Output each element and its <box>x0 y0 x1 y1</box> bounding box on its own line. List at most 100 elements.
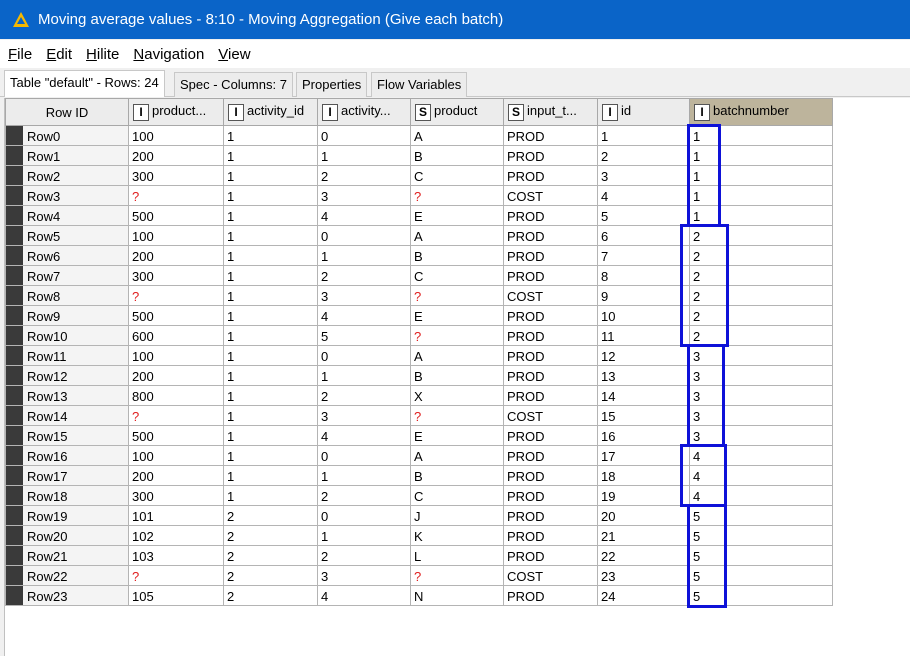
table-cell[interactable]: 1 <box>223 445 318 466</box>
table-cell[interactable]: 300 <box>128 165 224 186</box>
table-cell[interactable]: 105 <box>128 585 224 606</box>
table-cell[interactable]: 5 <box>689 545 833 566</box>
table-cell[interactable]: 1 <box>223 345 318 366</box>
table-cell[interactable]: PROD <box>503 225 598 246</box>
table-cell[interactable]: COST <box>503 285 598 306</box>
table-cell[interactable]: ? <box>410 185 504 206</box>
table-cell[interactable]: 22 <box>597 545 690 566</box>
table-cell[interactable]: 1 <box>317 525 411 546</box>
table-cell[interactable]: 2 <box>689 325 833 346</box>
table-cell[interactable]: 17 <box>597 445 690 466</box>
table-cell[interactable]: K <box>410 525 504 546</box>
table-cell[interactable]: 100 <box>128 125 224 146</box>
table-cell[interactable]: 4 <box>317 205 411 226</box>
table-cell[interactable]: 100 <box>128 225 224 246</box>
table-cell[interactable]: 3 <box>689 345 833 366</box>
table-cell[interactable]: PROD <box>503 305 598 326</box>
table-cell[interactable]: 0 <box>317 225 411 246</box>
row-id-cell[interactable]: Row22 <box>5 565 129 586</box>
table-cell[interactable]: 16 <box>597 425 690 446</box>
table-cell[interactable]: 1 <box>689 205 833 226</box>
table-cell[interactable]: 2 <box>317 485 411 506</box>
table-cell[interactable]: 5 <box>689 585 833 606</box>
table-cell[interactable]: 3 <box>689 385 833 406</box>
table-cell[interactable]: B <box>410 365 504 386</box>
table-cell[interactable]: 3 <box>597 165 690 186</box>
table-cell[interactable]: ? <box>128 405 224 426</box>
menu-navigation[interactable]: Navigation <box>133 46 204 63</box>
table-cell[interactable]: 9 <box>597 285 690 306</box>
table-cell[interactable]: 13 <box>597 365 690 386</box>
table-cell[interactable]: 5 <box>317 325 411 346</box>
table-cell[interactable]: X <box>410 385 504 406</box>
table-cell[interactable]: N <box>410 585 504 606</box>
row-id-cell[interactable]: Row13 <box>5 385 129 406</box>
table-cell[interactable]: 1 <box>223 385 318 406</box>
table-row[interactable]: Row0 100 1 0 A PROD 1 1 <box>5 125 833 146</box>
table-cell[interactable]: 19 <box>597 485 690 506</box>
row-id-cell[interactable]: Row0 <box>5 125 129 146</box>
table-cell[interactable]: 2 <box>689 265 833 286</box>
table-cell[interactable]: 20 <box>597 505 690 526</box>
table-cell[interactable]: PROD <box>503 125 598 146</box>
row-id-cell[interactable]: Row14 <box>5 405 129 426</box>
table-cell[interactable]: PROD <box>503 585 598 606</box>
table-row[interactable]: Row22? 2 3? COST 23 5 <box>5 565 833 586</box>
table-cell[interactable]: C <box>410 165 504 186</box>
table-cell[interactable]: 6 <box>597 225 690 246</box>
table-row[interactable]: Row6 200 1 1 B PROD 7 2 <box>5 245 833 266</box>
table-row[interactable]: Row9 500 1 4 E PROD 10 2 <box>5 305 833 326</box>
table-cell[interactable]: PROD <box>503 385 598 406</box>
table-row[interactable]: Row21 103 2 2 L PROD 22 5 <box>5 545 833 566</box>
table-cell[interactable]: 4 <box>689 465 833 486</box>
table-cell[interactable]: 1 <box>223 465 318 486</box>
table-row[interactable]: Row5 100 1 0 A PROD 6 2 <box>5 225 833 246</box>
table-cell[interactable]: COST <box>503 185 598 206</box>
row-id-cell[interactable]: Row23 <box>5 585 129 606</box>
table-cell[interactable]: 300 <box>128 485 224 506</box>
table-cell[interactable]: B <box>410 465 504 486</box>
table-cell[interactable]: 500 <box>128 305 224 326</box>
table-cell[interactable]: 12 <box>597 345 690 366</box>
row-id-cell[interactable]: Row16 <box>5 445 129 466</box>
table-cell[interactable]: 0 <box>317 345 411 366</box>
column-header-input-t[interactable]: Sinput_t... <box>503 98 598 126</box>
table-cell[interactable]: 3 <box>689 365 833 386</box>
table-cell[interactable]: PROD <box>503 425 598 446</box>
table-cell[interactable]: 2 <box>317 265 411 286</box>
column-header-product[interactable]: Sproduct <box>410 98 504 126</box>
table-cell[interactable]: 1 <box>223 165 318 186</box>
table-cell[interactable]: PROD <box>503 525 598 546</box>
table-cell[interactable]: 200 <box>128 245 224 266</box>
table-cell[interactable]: 101 <box>128 505 224 526</box>
table-cell[interactable]: 300 <box>128 265 224 286</box>
tab-flow-variables[interactable]: Flow Variables <box>371 72 468 97</box>
table-cell[interactable]: ? <box>128 185 224 206</box>
table-cell[interactable]: 5 <box>689 565 833 586</box>
menu-file[interactable]: File <box>8 46 32 63</box>
table-cell[interactable]: 3 <box>317 185 411 206</box>
table-cell[interactable]: A <box>410 225 504 246</box>
table-cell[interactable]: COST <box>503 405 598 426</box>
table-cell[interactable]: 2 <box>223 545 318 566</box>
table-cell[interactable]: 5 <box>689 505 833 526</box>
table-cell[interactable]: 1 <box>689 125 833 146</box>
table-cell[interactable]: B <box>410 145 504 166</box>
table-cell[interactable]: 103 <box>128 545 224 566</box>
table-cell[interactable]: 18 <box>597 465 690 486</box>
column-header-row-id[interactable]: Row ID <box>5 98 129 126</box>
row-id-cell[interactable]: Row18 <box>5 485 129 506</box>
table-cell[interactable]: 1 <box>689 185 833 206</box>
table-cell[interactable]: 0 <box>317 445 411 466</box>
table-cell[interactable]: 1 <box>223 145 318 166</box>
table-cell[interactable]: 1 <box>223 425 318 446</box>
table-row[interactable]: Row19 101 2 0 J PROD 20 5 <box>5 505 833 526</box>
table-cell[interactable]: 4 <box>689 445 833 466</box>
table-cell[interactable]: PROD <box>503 205 598 226</box>
table-cell[interactable]: 1 <box>317 245 411 266</box>
table-cell[interactable]: E <box>410 205 504 226</box>
tab-table-default[interactable]: Table "default" - Rows: 24 <box>4 70 165 97</box>
table-cell[interactable]: 3 <box>317 285 411 306</box>
row-id-cell[interactable]: Row17 <box>5 465 129 486</box>
table-row[interactable]: Row7 300 1 2 C PROD 8 2 <box>5 265 833 286</box>
